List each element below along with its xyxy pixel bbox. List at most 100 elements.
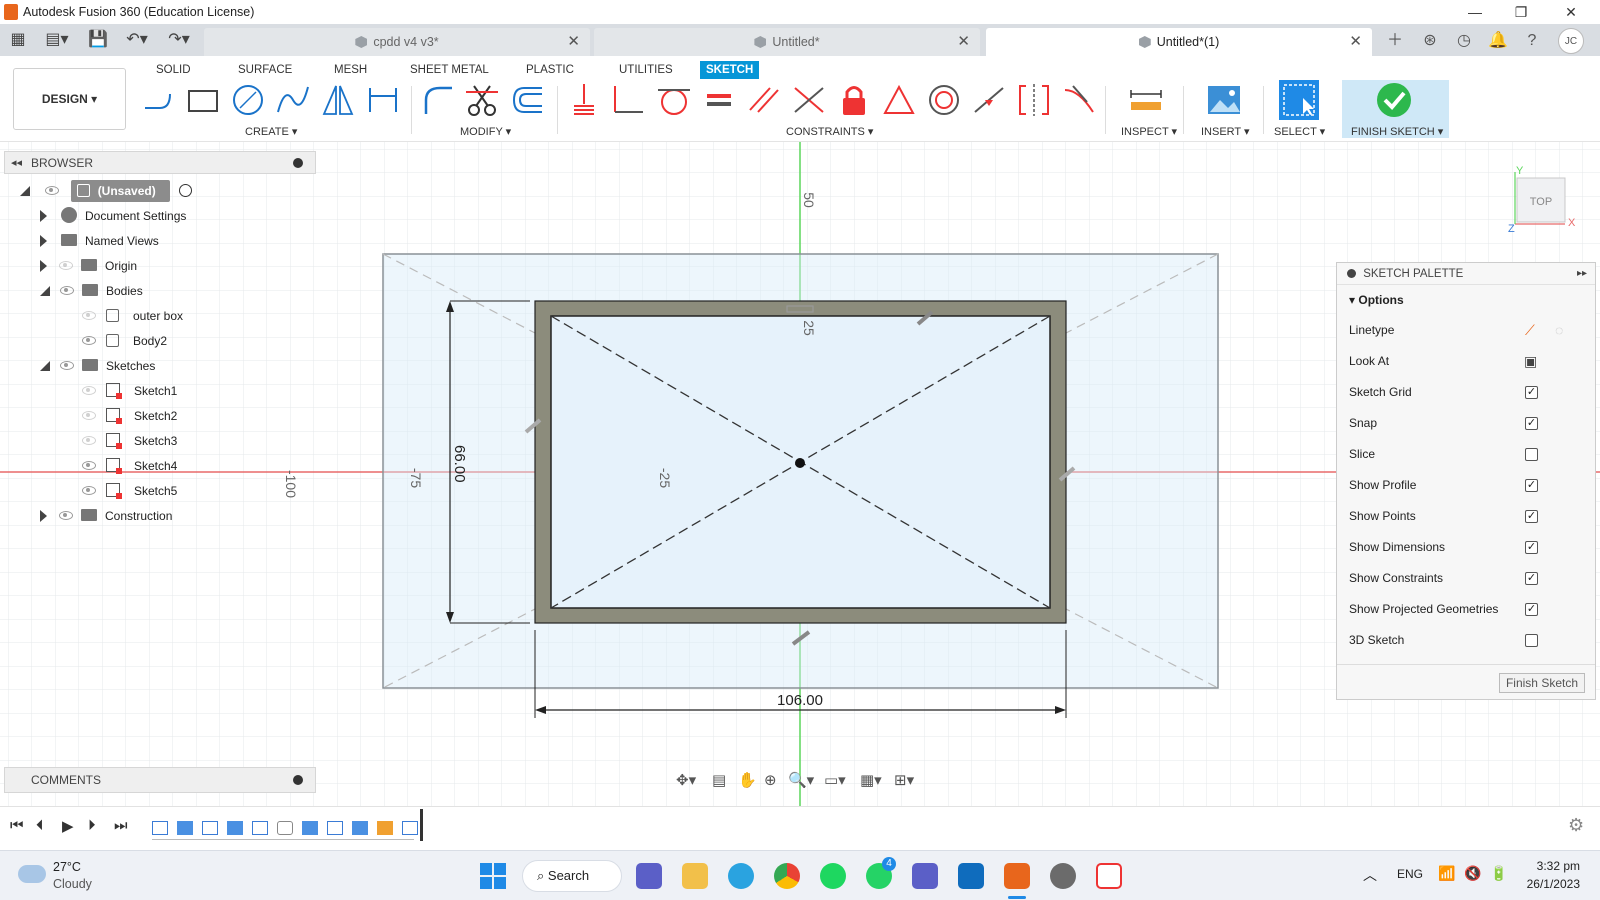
snipping-tool-icon[interactable] [1096,863,1122,889]
offset-tool-icon[interactable] [510,82,546,118]
finish-sketch-icon[interactable] [1376,82,1412,118]
sketch-grid-checkbox[interactable]: ✓ [1525,386,1538,399]
close-window-button[interactable]: ✕ [1548,0,1594,24]
collapse-palette-icon[interactable]: ▸▸ [1577,263,1587,285]
browser-pin-icon[interactable] [293,158,303,168]
concentric-constraint-icon[interactable] [926,82,962,118]
file-menu-icon[interactable]: ▤▾ [40,29,74,51]
tab-sheet-metal[interactable]: SHEET METAL [404,61,495,79]
timeline-sketch-icon[interactable] [202,821,218,835]
show-profile-checkbox[interactable]: ✓ [1525,479,1538,492]
finish-sketch-button[interactable]: Finish Sketch [1498,673,1585,693]
fit-icon[interactable]: 🔍▾ [788,771,814,789]
show-dimensions-checkbox[interactable]: ✓ [1525,541,1538,554]
fusion-360-taskbar-icon[interactable] [1004,863,1030,889]
play-icon[interactable]: ▶ [62,817,74,835]
line-tool-icon[interactable] [140,82,176,118]
coincident-constraint-icon[interactable] [566,82,602,118]
document-tab[interactable]: Untitled* ✕ [594,28,980,56]
options-section-header[interactable]: ▾ Options [1337,285,1595,315]
collinear-constraint-icon[interactable] [791,82,827,118]
tab-plastic[interactable]: PLASTIC [520,61,580,79]
data-panel-icon[interactable]: ▦ [6,29,30,51]
construction-linetype-icon[interactable]: ⟋ [1525,315,1535,346]
volume-muted-icon[interactable]: 🔇 [1464,865,1481,882]
pan-icon[interactable]: ✋ [738,771,757,789]
expand-icon[interactable] [40,210,47,222]
visibility-eye-icon[interactable] [82,461,96,470]
insert-image-icon[interactable] [1206,82,1242,118]
palette-header[interactable]: SKETCH PALETTE ▸▸ [1337,263,1595,285]
tree-root[interactable]: (Unsaved) [20,180,193,202]
tree-item-sketch3[interactable]: Sketch3 [82,430,177,452]
close-tab-icon[interactable]: ✕ [957,28,970,56]
tree-item-construction[interactable]: Construction [40,505,172,527]
collapse-icon[interactable] [40,286,50,296]
extensions-icon[interactable]: ⊛ [1416,28,1444,54]
visibility-eye-icon[interactable] [60,361,74,370]
tree-item-origin[interactable]: Origin [40,255,137,277]
notifications-icon[interactable]: 🔔 [1484,28,1512,54]
timeline-sketch-icon[interactable] [327,821,343,835]
select-tool-icon[interactable] [1279,80,1319,120]
timeline-settings-gear-icon[interactable]: ⚙ [1568,815,1584,836]
perpendicular-constraint-icon[interactable] [611,82,647,118]
timeline-extrude-icon[interactable] [302,821,318,835]
tree-item-sketches[interactable]: Sketches [40,355,155,377]
visibility-eye-icon[interactable] [82,486,96,495]
timeline-marker[interactable] [420,809,423,841]
tangent-constraint-icon[interactable] [656,82,692,118]
close-tab-icon[interactable]: ✕ [1349,28,1362,56]
go-to-start-icon[interactable]: ⏮ [10,817,24,834]
show-projected-checkbox[interactable]: ✓ [1525,603,1538,616]
visibility-eye-icon[interactable] [45,186,60,195]
timeline-sketch-icon[interactable] [152,821,168,835]
hidden-eye-icon[interactable] [82,311,96,320]
show-constraints-checkbox[interactable]: ✓ [1525,572,1538,585]
telegram-icon[interactable] [728,863,754,889]
chrome-icon[interactable] [774,863,800,889]
close-tab-icon[interactable]: ✕ [567,28,580,56]
add-comment-icon[interactable] [293,775,303,785]
timeline-sketch-icon[interactable] [402,821,418,835]
undo-icon[interactable]: ↶▾ [120,29,154,51]
teams-chat-icon[interactable] [636,863,662,889]
dimension-width-label[interactable]: 106.00 [777,692,823,709]
help-icon[interactable]: ? [1518,28,1546,54]
hidden-eye-icon[interactable] [82,386,96,395]
tab-surface[interactable]: SURFACE [232,61,298,79]
visibility-eye-icon[interactable] [82,336,96,345]
windows-start-icon[interactable] [480,863,506,889]
snap-checkbox[interactable]: ✓ [1525,417,1538,430]
visibility-eye-icon[interactable] [59,511,73,520]
restore-button[interactable]: ❐ [1498,0,1544,24]
measure-tool-icon[interactable] [1128,82,1164,118]
show-points-checkbox[interactable]: ✓ [1525,510,1538,523]
zoom-icon[interactable]: ⊕ [764,771,777,789]
spotify-icon[interactable] [820,863,846,889]
spline-tool-icon[interactable] [275,82,311,118]
taskbar-search[interactable]: ⌕ Search [522,860,622,892]
viewports-icon[interactable]: ⊞▾ [894,771,914,789]
wifi-icon[interactable]: 📶 [1438,865,1455,882]
expand-icon[interactable] [40,510,47,522]
hidden-eye-icon[interactable] [59,261,73,270]
centerline-linetype-icon[interactable]: ◌ [1555,315,1563,346]
minimize-button[interactable]: — [1452,0,1498,24]
expand-icon[interactable] [40,260,47,272]
look-at-icon[interactable]: ▣ [1524,346,1537,377]
3d-sketch-checkbox[interactable] [1525,634,1538,647]
tree-item-sketch4[interactable]: Sketch4 [82,455,177,477]
midpoint-constraint-icon[interactable] [971,82,1007,118]
file-explorer-icon[interactable] [682,863,708,889]
battery-icon[interactable]: 🔋 [1490,865,1507,882]
constraints-group-label[interactable]: CONSTRAINTS ▾ [786,125,873,138]
outlook-icon[interactable] [958,863,984,889]
step-back-icon[interactable]: ⏴ [36,817,44,834]
timeline-extrude-icon[interactable] [177,821,193,835]
weather-cloud-icon[interactable] [18,865,46,883]
select-group-label[interactable]: SELECT ▾ [1274,125,1325,138]
tree-item-outer-box[interactable]: outer box [82,305,183,327]
timeline-extrude-icon[interactable] [352,821,368,835]
dimension-height-label[interactable]: 66.00 [451,445,468,483]
